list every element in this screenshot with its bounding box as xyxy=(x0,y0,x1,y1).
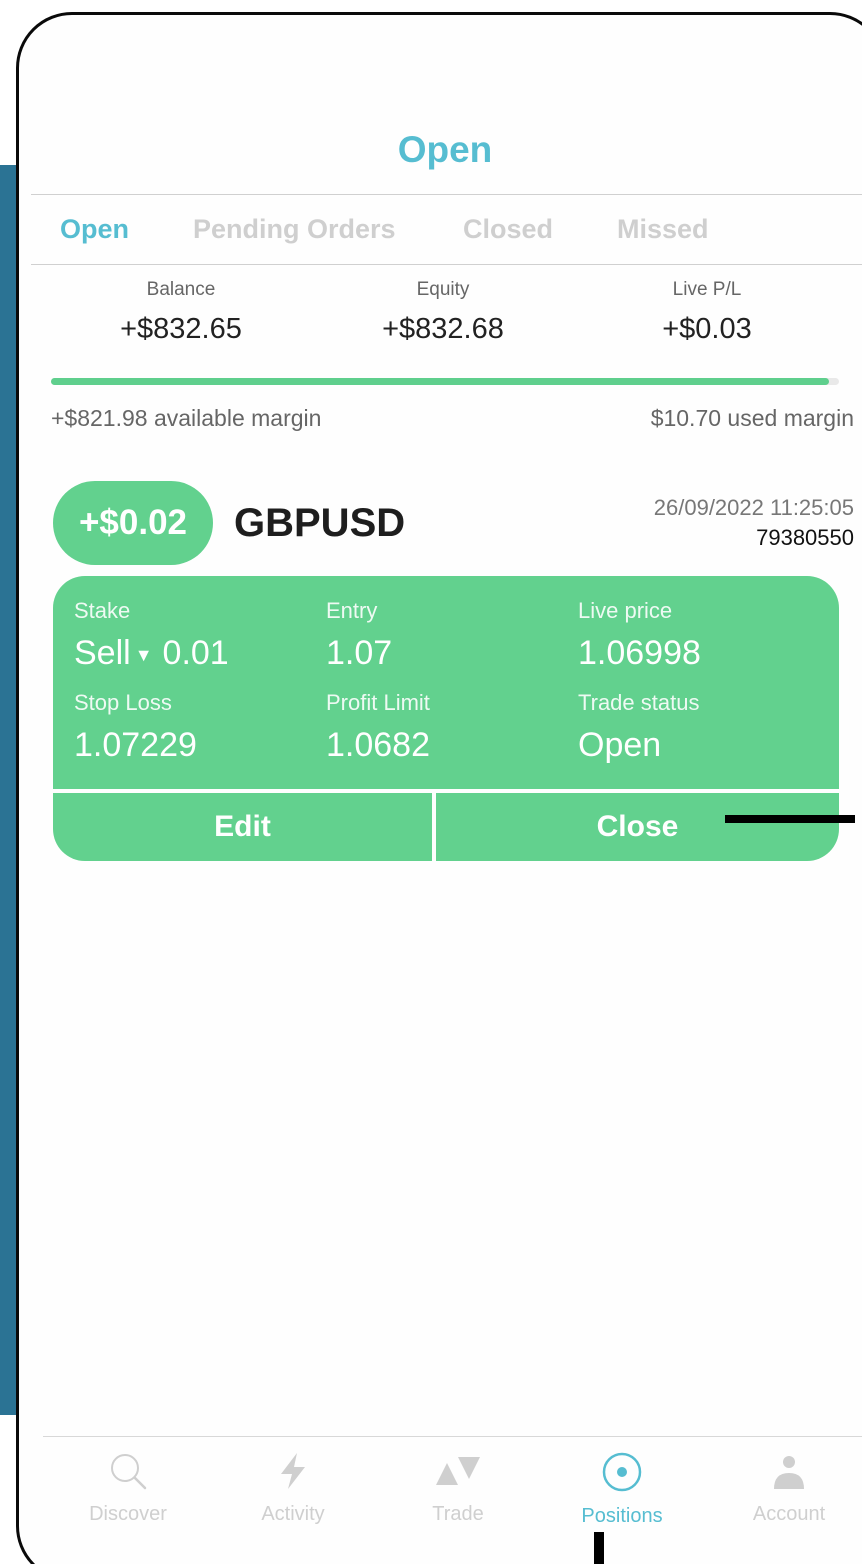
used-margin: $10.70 used margin xyxy=(650,405,854,431)
stop-loss-cell: Stop Loss 1.07229 xyxy=(74,690,197,765)
balance-label: Balance xyxy=(146,279,216,300)
tab-closed[interactable]: Closed xyxy=(463,214,553,245)
live-pl-label: Live P/L xyxy=(672,279,742,300)
stake-label: Stake xyxy=(74,598,131,623)
profit-limit-label: Profit Limit xyxy=(326,690,430,715)
entry-value: 1.07 xyxy=(326,634,393,672)
person-icon xyxy=(774,1456,804,1489)
trade-status-cell: Trade status Open xyxy=(578,690,699,765)
nav-positions[interactable]: Positions xyxy=(547,1451,697,1551)
trade-status-label: Trade status xyxy=(578,690,700,715)
annotation-marker-vertical xyxy=(594,1532,604,1564)
header-divider xyxy=(31,194,862,195)
tabs-divider xyxy=(31,264,862,265)
tab-missed[interactable]: Missed xyxy=(617,214,709,245)
annotation-marker-horizontal xyxy=(725,815,855,823)
trade-arrows-icon xyxy=(436,1457,480,1485)
nav-trade-label: Trade xyxy=(432,1503,484,1525)
stop-loss-value: 1.07229 xyxy=(74,726,197,764)
trade-status-value: Open xyxy=(578,726,662,764)
edit-button[interactable]: Edit xyxy=(53,793,432,861)
available-margin: +$821.98 available margin xyxy=(51,405,322,431)
position-symbol: GBPUSD xyxy=(234,501,406,545)
live-price-label: Live price xyxy=(578,598,673,623)
profit-limit-value: 1.0682 xyxy=(326,726,430,764)
nav-account-label: Account xyxy=(752,1503,826,1525)
lightning-icon xyxy=(281,1453,305,1489)
close-button[interactable]: Close xyxy=(436,793,839,861)
stake-side: Sell xyxy=(74,634,131,672)
profit-limit-cell: Profit Limit 1.0682 xyxy=(326,690,430,765)
margin-bar-fill xyxy=(51,378,829,385)
entry-cell: Entry 1.07 xyxy=(326,598,392,673)
margin-bar xyxy=(51,378,839,385)
phone-frame: Open Open Pending Orders Closed Missed B… xyxy=(16,12,862,1564)
entry-label: Entry xyxy=(326,598,378,623)
caret-down-icon: ▼ xyxy=(134,644,153,665)
balance-stat: Balance +$832.65 xyxy=(61,279,301,346)
tab-pending-orders[interactable]: Pending Orders xyxy=(193,214,396,245)
balance-value: +$832.65 xyxy=(120,313,242,345)
live-pl-value: +$0.03 xyxy=(662,313,752,345)
screen: Open Open Pending Orders Closed Missed B… xyxy=(0,0,862,1564)
position-card: Stake Sell ▼ 0.01 Entry 1.07 Live price 1.… xyxy=(53,576,839,789)
stake-amount: 0.01 xyxy=(162,634,229,672)
stake-value: Sell ▼ 0.01 xyxy=(74,634,229,673)
background-strip xyxy=(0,165,16,1415)
stake-cell: Stake Sell ▼ 0.01 xyxy=(74,598,229,673)
live-pl-stat: Live P/L +$0.03 xyxy=(587,279,827,346)
tab-open[interactable]: Open xyxy=(60,214,129,245)
nav-discover-label: Discover xyxy=(89,1503,167,1525)
search-icon xyxy=(111,1454,147,1490)
nav-positions-label: Positions xyxy=(581,1505,663,1527)
nav-discover[interactable]: Discover xyxy=(53,1451,203,1551)
position-datetime: 26/09/2022 11:25:05 xyxy=(653,495,854,520)
equity-stat: Equity +$832.68 xyxy=(323,279,563,346)
position-pl-badge: +$0.02 xyxy=(53,481,213,565)
tabbar-divider xyxy=(43,1436,862,1437)
live-price-value: 1.06998 xyxy=(578,634,701,672)
equity-label: Equity xyxy=(416,279,470,300)
stop-loss-label: Stop Loss xyxy=(74,690,172,715)
equity-value: +$832.68 xyxy=(382,313,504,345)
nav-activity[interactable]: Activity xyxy=(218,1451,368,1551)
position-id: 79380550 xyxy=(756,525,854,550)
nav-account[interactable]: Account xyxy=(714,1451,862,1551)
nav-trade[interactable]: Trade xyxy=(383,1451,533,1551)
nav-activity-label: Activity xyxy=(261,1503,325,1525)
live-price-cell: Live price 1.06998 xyxy=(578,598,701,673)
target-icon xyxy=(602,1452,642,1492)
page-title: Open xyxy=(397,129,493,170)
